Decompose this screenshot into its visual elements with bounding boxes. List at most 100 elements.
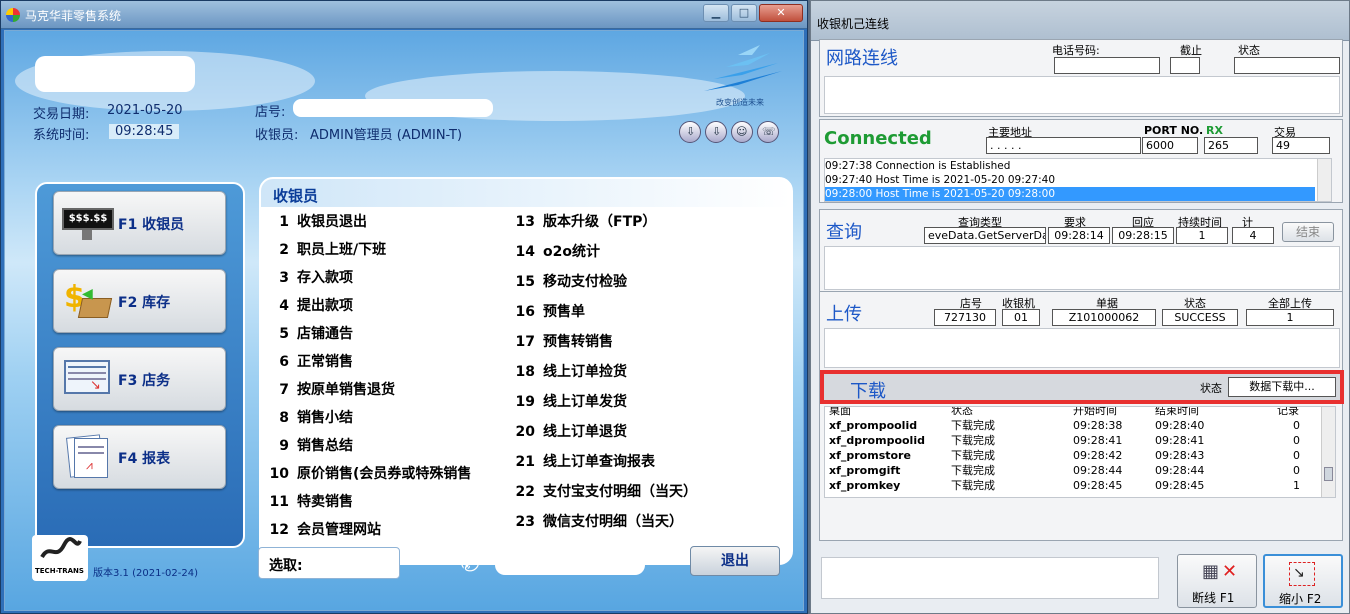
- menu-item-18[interactable]: 18 线上订单捡货: [513, 361, 627, 381]
- menu-item-16[interactable]: 16 预售单: [513, 301, 585, 321]
- download-status-field: 数据下载中...: [1228, 377, 1336, 397]
- select-label: 选取:: [269, 558, 303, 574]
- download-row[interactable]: xf_prompoolid 下载完成 09:28:38 09:28:40 0: [825, 418, 1335, 433]
- store-affairs-icon: ↘: [62, 358, 114, 400]
- menu-item-20[interactable]: 20 线上订单退货: [513, 421, 627, 441]
- menu-header-title: 收银员: [273, 187, 319, 205]
- menu-item-6[interactable]: 6 正常销售: [267, 351, 353, 371]
- select-input[interactable]: 选取:: [258, 547, 400, 579]
- menu-item-label: 收银员退出: [297, 214, 367, 230]
- menu-item-2[interactable]: 2 职员上班/下班: [267, 239, 386, 259]
- disconnect-button[interactable]: ▦ ✕ 断线 F1: [1177, 554, 1257, 608]
- download-scrollbar[interactable]: [1321, 407, 1335, 497]
- menu-item-15[interactable]: 15 移动支付检验: [513, 271, 627, 291]
- menu-item-3[interactable]: 3 存入款项: [267, 267, 353, 287]
- menu-item-10[interactable]: 10 原价销售(会员券或特殊销售: [267, 463, 472, 483]
- minimize-f2-button[interactable]: ↘ 缩小 F2: [1263, 554, 1343, 608]
- menu-item-number: 22: [515, 484, 535, 500]
- menu-item-17[interactable]: 17 预售转销售: [513, 331, 613, 351]
- menu-item-label: 原价销售(会员券或特殊销售: [297, 466, 472, 482]
- start-time-cell: 09:28:45: [1073, 479, 1123, 492]
- cash-register-icon: $$$.$$: [62, 202, 114, 244]
- users-icon[interactable]: ☺: [731, 121, 753, 143]
- start-time-cell: 09:28:42: [1073, 449, 1123, 462]
- menu-item-1[interactable]: 1 收银员退出: [267, 211, 367, 231]
- cutoff-field[interactable]: [1170, 57, 1200, 74]
- menu-item-label: 职员上班/下班: [297, 242, 387, 258]
- port-label: PORT NO.: [1144, 124, 1204, 137]
- log-line: 09:27:38 Connection is Established: [825, 160, 1011, 172]
- records-cell: 0: [1293, 419, 1300, 432]
- f3-store-affairs-button[interactable]: ↘ F3 店务: [53, 347, 226, 411]
- download-row[interactable]: xf_promstore 下载完成 09:28:42 09:28:43 0: [825, 448, 1335, 463]
- menu-item-8[interactable]: 8 销售小结: [267, 407, 353, 427]
- status-cell: 下载完成: [951, 464, 995, 477]
- menu-item-label: 线上订单退货: [543, 424, 627, 440]
- version-text: 版本3.1 (2021-02-24): [93, 568, 198, 579]
- upload-doc-field: Z101000062: [1052, 309, 1156, 326]
- menu-item-14[interactable]: 14 o2o统计: [513, 241, 600, 261]
- phone-number-field[interactable]: [1054, 57, 1160, 74]
- menu-item-number: 4: [279, 298, 289, 314]
- end-query-button[interactable]: 结束: [1282, 222, 1334, 242]
- tech-trans-logo: TECH-TRANS: [32, 535, 88, 581]
- menu-item-5[interactable]: 5 店铺通告: [267, 323, 353, 343]
- menu-item-7[interactable]: 7 按原单销售退货: [267, 379, 395, 399]
- telephone-icon[interactable]: ☏: [757, 121, 779, 143]
- redacted-phone-number: [495, 555, 645, 575]
- menu-item-23[interactable]: 23 微信支付明细（当天）: [513, 511, 683, 531]
- rx-label: RX: [1206, 124, 1223, 137]
- records-cell: 0: [1293, 434, 1300, 447]
- download-arrow-icon[interactable]: ⇩: [679, 121, 701, 143]
- records-cell: 0: [1293, 464, 1300, 477]
- menu-item-number: 2: [279, 242, 289, 258]
- connection-log[interactable]: 09:27:38 Connection is Established 09:27…: [824, 158, 1332, 202]
- network-title: 网路连线: [826, 48, 898, 69]
- menu-item-12[interactable]: 12 会员管理网站: [267, 519, 381, 539]
- col-status: 状态: [951, 406, 973, 417]
- download-group: 下载 状态 数据下载中... 桌面 状态 开始时间 结束时间 记录 xf_pro…: [819, 370, 1344, 541]
- col-records: 记录: [1277, 406, 1299, 417]
- f4-report-button[interactable]: ⩘ F4 报表: [53, 425, 226, 489]
- menu-item-9[interactable]: 9 销售总结: [267, 435, 353, 455]
- download-row[interactable]: xf_promgift 下载完成 09:28:44 09:28:44 0: [825, 463, 1335, 478]
- port-field: 6000: [1142, 137, 1198, 154]
- upload-group: 上传 店号 727130 收银机 01 单据 Z101000062 状态 SUC…: [819, 291, 1343, 371]
- menu-item-19[interactable]: 19 线上订单发货: [513, 391, 627, 411]
- menu-item-21[interactable]: 21 线上订单查询报表: [513, 451, 655, 471]
- exit-button[interactable]: 退出: [690, 546, 780, 576]
- retail-main-window: 马克华菲零售系统 ▁ □ ✕ 交易日期: 2021-05-20 系统时间: 09…: [0, 0, 808, 614]
- download-table[interactable]: 桌面 状态 开始时间 结束时间 记录 xf_prompoolid 下载完成 09:2…: [824, 406, 1336, 498]
- download-row[interactable]: xf_promkey 下载完成 09:28:45 09:28:45 1: [825, 478, 1335, 493]
- menu-item-number: 23: [515, 514, 535, 530]
- menu-item-number: 8: [279, 410, 289, 426]
- menu-item-number: 20: [515, 424, 535, 440]
- download-list-icon[interactable]: ⇩: [705, 121, 727, 143]
- records-cell: 0: [1293, 449, 1300, 462]
- menu-item-13[interactable]: 13 版本升级（FTP）: [513, 211, 657, 231]
- pos-connection-window: 收银机己连线 网路连线 电话号码: 截止 状态 Connected 主要地址 .…: [810, 0, 1350, 614]
- close-window-button[interactable]: ✕: [759, 4, 803, 22]
- system-time-label: 系统时间:: [33, 128, 90, 143]
- upload-title: 上传: [826, 304, 862, 325]
- menu-item-4[interactable]: 4 提出款项: [267, 295, 353, 315]
- menu-item-22[interactable]: 22 支付宝支付明细（当天）: [513, 481, 697, 501]
- menu-item-number: 3: [279, 270, 289, 286]
- main-titlebar: 马克华菲零售系统 ▁ □ ✕: [1, 1, 807, 29]
- minimize-window-button[interactable]: ▁: [703, 4, 729, 22]
- menu-item-label: 销售小结: [297, 410, 353, 426]
- log-scrollbar[interactable]: [1317, 159, 1331, 201]
- maximize-window-button[interactable]: □: [731, 4, 757, 22]
- menu-item-number: 6: [279, 354, 289, 370]
- download-row[interactable]: xf_dprompoolid 下载完成 09:28:41 09:28:41 0: [825, 433, 1335, 448]
- menu-item-11[interactable]: 11 特卖销售: [267, 491, 353, 511]
- shrink-icon: ↘: [1289, 562, 1315, 586]
- pos-titlebar: 收银机己连线: [811, 1, 1349, 41]
- f2-inventory-button[interactable]: $ ◀ F2 库存: [53, 269, 226, 333]
- end-time-cell: 09:28:44: [1155, 464, 1205, 477]
- end-time-cell: 09:28:41: [1155, 434, 1205, 447]
- count-field: 4: [1232, 227, 1274, 244]
- f1-cashier-button[interactable]: $$$.$$ F1 收银员: [53, 191, 226, 255]
- query-message-area: [824, 246, 1340, 290]
- table-name-cell: xf_prompoolid: [829, 419, 918, 432]
